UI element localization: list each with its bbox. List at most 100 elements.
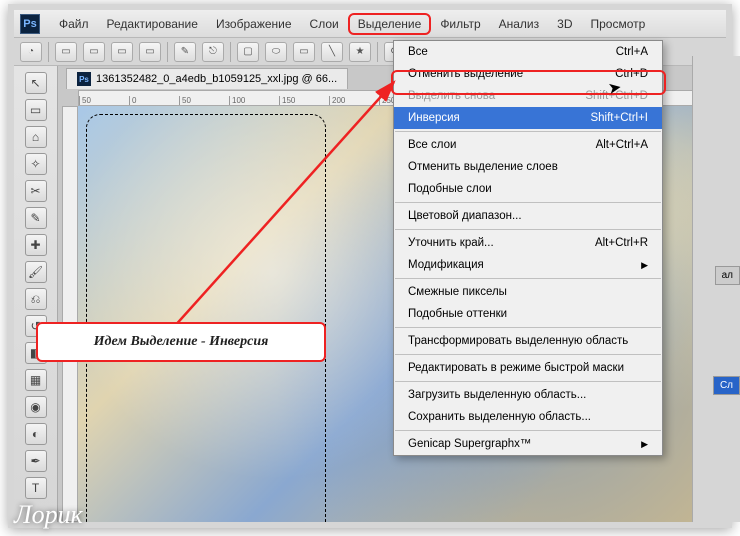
- menu-separator: [395, 354, 661, 355]
- app-logo: Ps: [20, 14, 40, 34]
- menu-item-label: Редактировать в режиме быстрой маски: [408, 362, 624, 374]
- opt-share[interactable]: ⎋: [202, 42, 224, 62]
- menu-analysis[interactable]: Анализ: [490, 13, 549, 35]
- menu-item-shortcut: Alt+Ctrl+A: [596, 139, 648, 151]
- submenu-arrow-icon: ▶: [641, 439, 648, 450]
- menu-item-shortcut: Ctrl+A: [616, 46, 648, 58]
- menu-item-shortcut: Alt+Ctrl+R: [595, 237, 648, 249]
- menu-item-21[interactable]: Загрузить выделенную область...: [394, 384, 662, 406]
- opt-rect-new[interactable]: ▭: [55, 42, 77, 62]
- wand-tool[interactable]: ✧: [25, 153, 47, 175]
- menu-item-label: Трансформировать выделенную область: [408, 335, 628, 347]
- crop-tool[interactable]: ✂: [25, 180, 47, 202]
- menu-separator: [395, 327, 661, 328]
- menu-item-label: Смежные пикселы: [408, 286, 507, 298]
- menu-select[interactable]: Выделение: [348, 13, 432, 35]
- menu-item-label: Все: [408, 46, 428, 58]
- menu-edit[interactable]: Редактирование: [98, 13, 207, 35]
- document-tab[interactable]: Ps 1361352482_0_a4edb_b1059125_xxl.jpg @…: [66, 68, 348, 89]
- document-filename: 1361352482_0_a4edb_b1059125_xxl.jpg @ 66…: [96, 73, 337, 85]
- menu-item-12[interactable]: Модификация ▶: [394, 254, 662, 276]
- menu-3d[interactable]: 3D: [548, 13, 581, 35]
- menu-separator: [395, 381, 661, 382]
- opt-shape3[interactable]: ▭: [293, 42, 315, 62]
- opt-rect-int[interactable]: ▭: [139, 42, 161, 62]
- menubar: Ps Файл Редактирование Изображение Слои …: [14, 10, 726, 38]
- opt-pen[interactable]: ✎: [174, 42, 196, 62]
- menu-item-label: Отменить выделение слоев: [408, 161, 558, 173]
- panels-dock: ал Сл: [692, 56, 740, 522]
- annotation-callout: Идем Выделение - Инверсия: [36, 322, 326, 362]
- lasso-tool[interactable]: ⌂: [25, 126, 47, 148]
- menu-image[interactable]: Изображение: [207, 13, 301, 35]
- opt-rect-add[interactable]: ▭: [83, 42, 105, 62]
- menu-item-label: Genicap Supergraphx™: [408, 438, 531, 450]
- menu-view[interactable]: Просмотр: [581, 13, 654, 35]
- ps-file-icon: Ps: [77, 72, 91, 86]
- menu-item-label: Сохранить выделенную область...: [408, 411, 591, 423]
- opt-shape1[interactable]: ▢: [237, 42, 259, 62]
- type-tool[interactable]: T: [25, 477, 47, 499]
- panel-tab-1[interactable]: ал: [715, 266, 740, 285]
- menu-item-label: Модификация: [408, 259, 484, 271]
- opt-star[interactable]: ★: [349, 42, 371, 62]
- menu-item-label: Все слои: [408, 139, 456, 151]
- opt-line[interactable]: ╲: [321, 42, 343, 62]
- separator: [230, 42, 231, 62]
- menu-item-shortcut: Shift+Ctrl+I: [590, 112, 648, 124]
- menu-separator: [395, 229, 661, 230]
- selection-marquee: [86, 114, 326, 522]
- gradient-tool[interactable]: ▦: [25, 369, 47, 391]
- menu-item-3[interactable]: Инверсия Shift+Ctrl+I: [394, 107, 662, 129]
- blur-tool[interactable]: ◉: [25, 396, 47, 418]
- menu-item-5[interactable]: Все слои Alt+Ctrl+A: [394, 134, 662, 156]
- pen-tool[interactable]: ✒: [25, 450, 47, 472]
- menu-item-1[interactable]: Отменить выделение Ctrl+D: [394, 63, 662, 85]
- menu-separator: [395, 131, 661, 132]
- move-tool[interactable]: ↖: [25, 72, 47, 94]
- menu-item-17[interactable]: Трансформировать выделенную область: [394, 330, 662, 352]
- menu-item-9[interactable]: Цветовой диапазон...: [394, 205, 662, 227]
- tool-preset-picker[interactable]: ◔: [20, 42, 42, 62]
- menu-file[interactable]: Файл: [50, 13, 98, 35]
- menu-item-label: Уточнить край...: [408, 237, 494, 249]
- menu-item-19[interactable]: Редактировать в режиме быстрой маски: [394, 357, 662, 379]
- menu-item-label: Цветовой диапазон...: [408, 210, 522, 222]
- separator: [48, 42, 49, 62]
- select-menu-dropdown: Все Ctrl+A Отменить выделение Ctrl+D Выделит…: [393, 40, 663, 456]
- menu-item-14[interactable]: Смежные пикселы: [394, 281, 662, 303]
- opt-shape2[interactable]: ⬭: [265, 42, 287, 62]
- watermark: Лорик: [14, 500, 83, 530]
- menu-item-11[interactable]: Уточнить край... Alt+Ctrl+R: [394, 232, 662, 254]
- menu-item-label: Отменить выделение: [408, 68, 523, 80]
- menu-layers[interactable]: Слои: [301, 13, 348, 35]
- separator: [167, 42, 168, 62]
- menu-separator: [395, 430, 661, 431]
- menu-item-7[interactable]: Подобные слои: [394, 178, 662, 200]
- menu-item-shortcut: Ctrl+D: [615, 68, 648, 80]
- marquee-tool[interactable]: ▭: [25, 99, 47, 121]
- dodge-tool[interactable]: ◐: [25, 423, 47, 445]
- menu-item-6[interactable]: Отменить выделение слоев: [394, 156, 662, 178]
- toolbox: ↖ ▭ ⌂ ✧ ✂ ✎ ✚ 🖌 ⎌ ↺ ◧ ▦ ◉ ◐ ✒ T: [14, 66, 58, 522]
- stamp-tool[interactable]: ⎌: [25, 288, 47, 310]
- eyedropper-tool[interactable]: ✎: [25, 207, 47, 229]
- brush-tool[interactable]: 🖌: [25, 261, 47, 283]
- menu-filter[interactable]: Фильтр: [431, 13, 489, 35]
- menu-item-15[interactable]: Подобные оттенки: [394, 303, 662, 325]
- menu-item-label: Подобные слои: [408, 183, 492, 195]
- menu-separator: [395, 278, 661, 279]
- opt-rect-sub[interactable]: ▭: [111, 42, 133, 62]
- menu-item-0[interactable]: Все Ctrl+A: [394, 41, 662, 63]
- menu-item-label: Выделить снова: [408, 90, 495, 102]
- menu-item-22[interactable]: Сохранить выделенную область...: [394, 406, 662, 428]
- panel-tab-2[interactable]: Сл: [713, 376, 740, 395]
- separator: [377, 42, 378, 62]
- submenu-arrow-icon: ▶: [641, 260, 648, 271]
- ruler-vertical: [62, 106, 78, 522]
- menu-separator: [395, 202, 661, 203]
- menu-item-24[interactable]: Genicap Supergraphx™ ▶: [394, 433, 662, 455]
- menu-item-label: Инверсия: [408, 112, 460, 124]
- menu-item-label: Загрузить выделенную область...: [408, 389, 586, 401]
- heal-tool[interactable]: ✚: [25, 234, 47, 256]
